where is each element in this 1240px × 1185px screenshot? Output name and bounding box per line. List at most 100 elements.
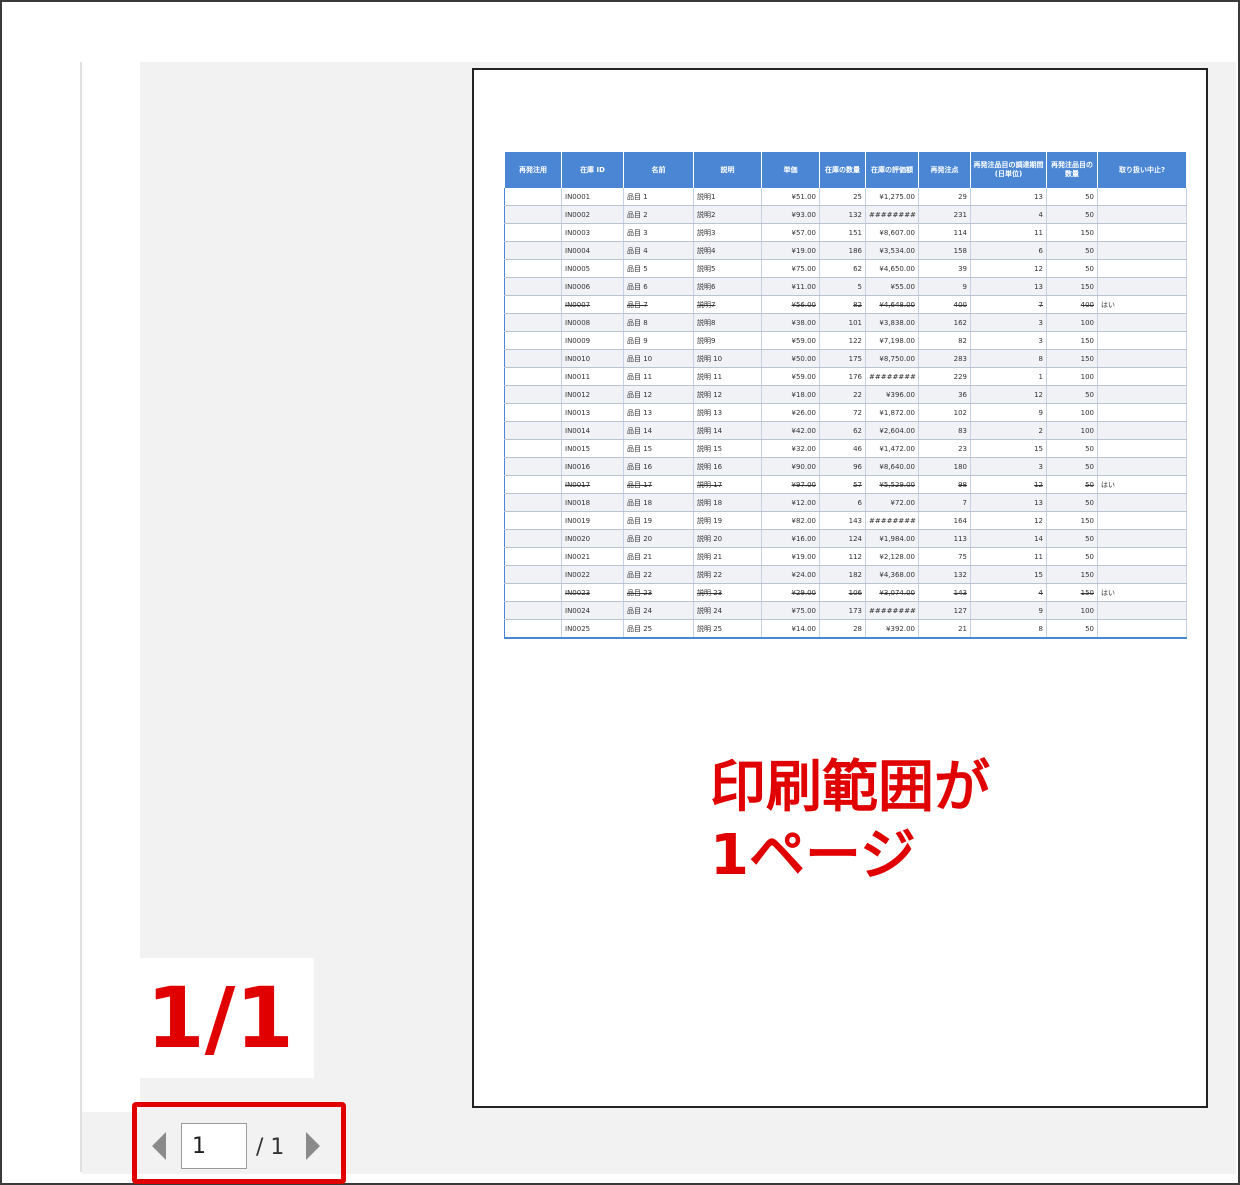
cell-qty: 186 bbox=[819, 241, 866, 260]
cell-flag bbox=[504, 511, 562, 530]
cell-rqty: 50 bbox=[1046, 439, 1098, 458]
cell-name: 品目 13 bbox=[623, 403, 694, 422]
cell-val: ¥3,838.00 bbox=[865, 313, 919, 332]
cell-reord: 143 bbox=[918, 583, 971, 602]
header-cell: 在庫の数量 bbox=[819, 152, 866, 188]
table-row: IN0021 品目 21 説明 21 ¥19.00 112 ¥2,128.00 75 11 50 bbox=[504, 547, 1187, 566]
cell-stop bbox=[1097, 349, 1187, 368]
table-row: IN0001 品目 1 説明1 ¥51.00 25 ¥1,275.00 29 13 50 bbox=[504, 188, 1187, 206]
cell-val: ¥4,650.00 bbox=[865, 259, 919, 278]
cell-days: 1 bbox=[970, 367, 1047, 386]
cell-val: ¥2,128.00 bbox=[865, 547, 919, 566]
cell-qty: 151 bbox=[819, 223, 866, 242]
table-row: IN0009 品目 9 説明9 ¥59.00 122 ¥7,198.00 82 3 150 bbox=[504, 331, 1187, 350]
cell-stop bbox=[1097, 547, 1187, 566]
cell-stop bbox=[1097, 403, 1187, 422]
cell-qty: 106 bbox=[819, 583, 866, 602]
cell-reord: 98 bbox=[918, 475, 971, 494]
cell-reord: 39 bbox=[918, 259, 971, 278]
cell-id: IN0002 bbox=[561, 205, 624, 224]
cell-val: ¥392.00 bbox=[865, 619, 919, 639]
cell-desc: 説明6 bbox=[693, 277, 762, 296]
cell-price: ¥75.00 bbox=[761, 601, 820, 620]
cell-price: ¥12.00 bbox=[761, 493, 820, 512]
cell-qty: 72 bbox=[819, 403, 866, 422]
cell-stop bbox=[1097, 385, 1187, 404]
cell-name: 品目 9 bbox=[623, 331, 694, 350]
table-row: IN0004 品目 4 説明4 ¥19.00 186 ¥3,534.00 158 6 50 bbox=[504, 241, 1187, 260]
cell-name: 品目 6 bbox=[623, 277, 694, 296]
cell-price: ¥29.00 bbox=[761, 583, 820, 602]
cell-rqty: 150 bbox=[1046, 511, 1098, 530]
cell-reord: 102 bbox=[918, 403, 971, 422]
cell-id: IN0013 bbox=[561, 403, 624, 422]
cell-name: 品目 10 bbox=[623, 349, 694, 368]
cell-price: ¥26.00 bbox=[761, 403, 820, 422]
cell-days: 15 bbox=[970, 439, 1047, 458]
table-row: IN0015 品目 15 説明 15 ¥32.00 46 ¥1,472.00 23 15 50 bbox=[504, 439, 1187, 458]
cell-flag bbox=[504, 349, 562, 368]
cell-id: IN0022 bbox=[561, 565, 624, 584]
cell-qty: 175 bbox=[819, 349, 866, 368]
cell-reord: 75 bbox=[918, 547, 971, 566]
cell-val: ¥55.00 bbox=[865, 277, 919, 296]
cell-stop bbox=[1097, 259, 1187, 278]
table-row: IN0007 品目 7 説明7 ¥56.00 82 ¥4,648.00 400 7 400 はい bbox=[504, 295, 1187, 314]
cell-price: ¥38.00 bbox=[761, 313, 820, 332]
cell-name: 品目 19 bbox=[623, 511, 694, 530]
cell-reord: 23 bbox=[918, 439, 971, 458]
cell-desc: 説明8 bbox=[693, 313, 762, 332]
cell-reord: 82 bbox=[918, 331, 971, 350]
cell-name: 品目 5 bbox=[623, 259, 694, 278]
cell-desc: 説明4 bbox=[693, 241, 762, 260]
cell-price: ¥56.00 bbox=[761, 295, 820, 314]
cell-days: 3 bbox=[970, 331, 1047, 350]
cell-reord: 229 bbox=[918, 367, 971, 386]
cell-price: ¥19.00 bbox=[761, 241, 820, 260]
cell-stop bbox=[1097, 188, 1187, 206]
cell-price: ¥14.00 bbox=[761, 619, 820, 639]
table-row: IN0025 品目 25 説明 25 ¥14.00 28 ¥392.00 21 8 50 bbox=[504, 619, 1187, 639]
table-row: IN0008 品目 8 説明8 ¥38.00 101 ¥3,838.00 162 3 100 bbox=[504, 313, 1187, 332]
cell-flag bbox=[504, 421, 562, 440]
cell-desc: 説明 12 bbox=[693, 385, 762, 404]
cell-val: ¥4,368.00 bbox=[865, 565, 919, 584]
cell-desc: 説明 17 bbox=[693, 475, 762, 494]
cell-val: ¥1,472.00 bbox=[865, 439, 919, 458]
cell-name: 品目 25 bbox=[623, 619, 694, 639]
cell-id: IN0021 bbox=[561, 547, 624, 566]
cell-reord: 158 bbox=[918, 241, 971, 260]
cell-flag bbox=[504, 439, 562, 458]
cell-days: 8 bbox=[970, 349, 1047, 368]
cell-reord: 400 bbox=[918, 295, 971, 314]
header-cell: 再発注点 bbox=[918, 152, 971, 188]
cell-reord: 29 bbox=[918, 188, 971, 206]
cell-days: 6 bbox=[970, 241, 1047, 260]
cell-stop bbox=[1097, 331, 1187, 350]
cell-reord: 127 bbox=[918, 601, 971, 620]
cell-qty: 143 bbox=[819, 511, 866, 530]
cell-stop bbox=[1097, 241, 1187, 260]
cell-qty: 82 bbox=[819, 295, 866, 314]
next-page-icon[interactable] bbox=[306, 1132, 320, 1160]
cell-reord: 9 bbox=[918, 277, 971, 296]
cell-stop bbox=[1097, 511, 1187, 530]
previous-page-icon[interactable] bbox=[152, 1132, 166, 1160]
cell-reord: 114 bbox=[918, 223, 971, 242]
cell-reord: 231 bbox=[918, 205, 971, 224]
cell-days: 12 bbox=[970, 385, 1047, 404]
cell-price: ¥16.00 bbox=[761, 529, 820, 548]
cell-desc: 説明 23 bbox=[693, 583, 762, 602]
cell-days: 4 bbox=[970, 583, 1047, 602]
header-cell: 名前 bbox=[623, 152, 694, 188]
page-count-callout: 1/1 bbox=[126, 958, 314, 1078]
cell-days: 8 bbox=[970, 619, 1047, 639]
header-cell: 再発注品目の数量 bbox=[1046, 152, 1098, 188]
cell-name: 品目 23 bbox=[623, 583, 694, 602]
cell-price: ¥24.00 bbox=[761, 565, 820, 584]
cell-reord: 180 bbox=[918, 457, 971, 476]
cell-reord: 164 bbox=[918, 511, 971, 530]
page-number-input[interactable]: 1 bbox=[181, 1123, 247, 1169]
cell-id: IN0003 bbox=[561, 223, 624, 242]
cell-val: ¥7,198.00 bbox=[865, 331, 919, 350]
